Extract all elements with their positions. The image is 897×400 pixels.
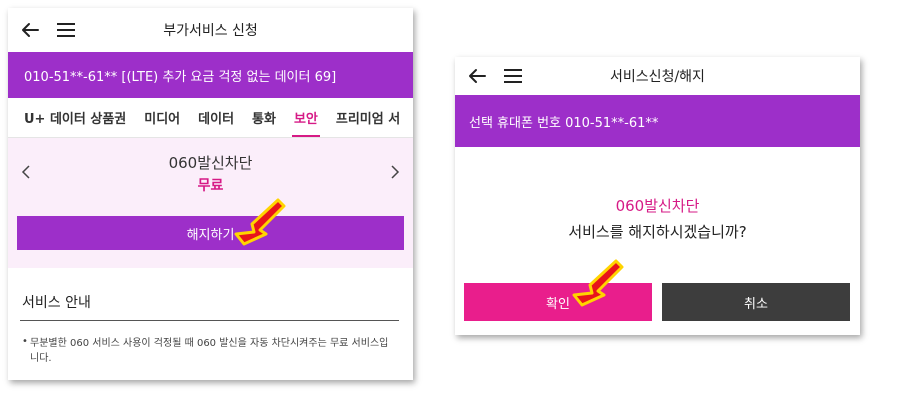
dialog-service-name: 060발신차단 <box>615 197 700 215</box>
canvas: 부가서비스 신청 010-51**-61** [(LTE) 추가 요금 걱정 없… <box>0 0 897 400</box>
hamburger-menu-icon[interactable] <box>54 18 78 42</box>
tab-media[interactable]: 미디어 <box>135 98 189 137</box>
service-price: 무료 <box>197 178 224 194</box>
info-description: 무분별한 060 서비스 사용이 걱정될 때 060 발신을 자동 차단시켜주는… <box>30 338 389 364</box>
cancel-service-button[interactable]: 해지하기 <box>17 216 404 250</box>
hamburger-menu-icon[interactable] <box>501 64 525 88</box>
app-header: 부가서비스 신청 <box>8 8 413 52</box>
confirm-dialog: 060발신차단 서비스를 해지하시겠습니까? 확인 취소 <box>455 147 860 335</box>
pointer-arrow-icon <box>572 259 624 307</box>
service-card: 060발신차단 무료 해지하기 <box>8 138 413 268</box>
service-cancel-screen: 서비스신청/해지 선택 휴대폰 번호 010-51**-61** 060발신차단… <box>455 57 860 335</box>
chevron-right-icon[interactable] <box>389 164 401 180</box>
tab-security[interactable]: 보안 <box>285 98 327 137</box>
cancel-button[interactable]: 취소 <box>662 283 850 321</box>
bullet: • <box>22 336 28 347</box>
tab-data[interactable]: 데이터 <box>189 98 243 137</box>
selected-phone-bar: 선택 휴대폰 번호 010-51**-61** <box>455 95 860 147</box>
info-title: 서비스 안내 <box>22 295 91 311</box>
service-info: 서비스 안내 • 무분별한 060 서비스 사용이 걱정될 때 060 발신을 … <box>8 268 413 380</box>
tab-data-voucher[interactable]: U+ 데이터 상품권 <box>8 98 135 137</box>
plan-info-bar: 010-51**-61** [(LTE) 추가 요금 걱정 없는 데이터 69] <box>8 52 413 98</box>
divider <box>20 320 399 321</box>
addon-service-screen: 부가서비스 신청 010-51**-61** [(LTE) 추가 요금 걱정 없… <box>8 8 413 380</box>
category-tabs: U+ 데이터 상품권 미디어 데이터 통화 보안 프리미엄 서 <box>8 98 413 138</box>
service-name: 060발신차단 <box>168 154 253 172</box>
tab-call[interactable]: 통화 <box>243 98 285 137</box>
arrow-left-icon[interactable] <box>465 64 489 88</box>
tab-premium[interactable]: 프리미엄 서 <box>327 98 409 137</box>
app-header: 서비스신청/해지 <box>455 57 860 95</box>
arrow-left-icon[interactable] <box>18 18 42 42</box>
pointer-arrow-icon <box>234 198 286 246</box>
dialog-question: 서비스를 해지하시겠습니까? <box>568 223 747 241</box>
